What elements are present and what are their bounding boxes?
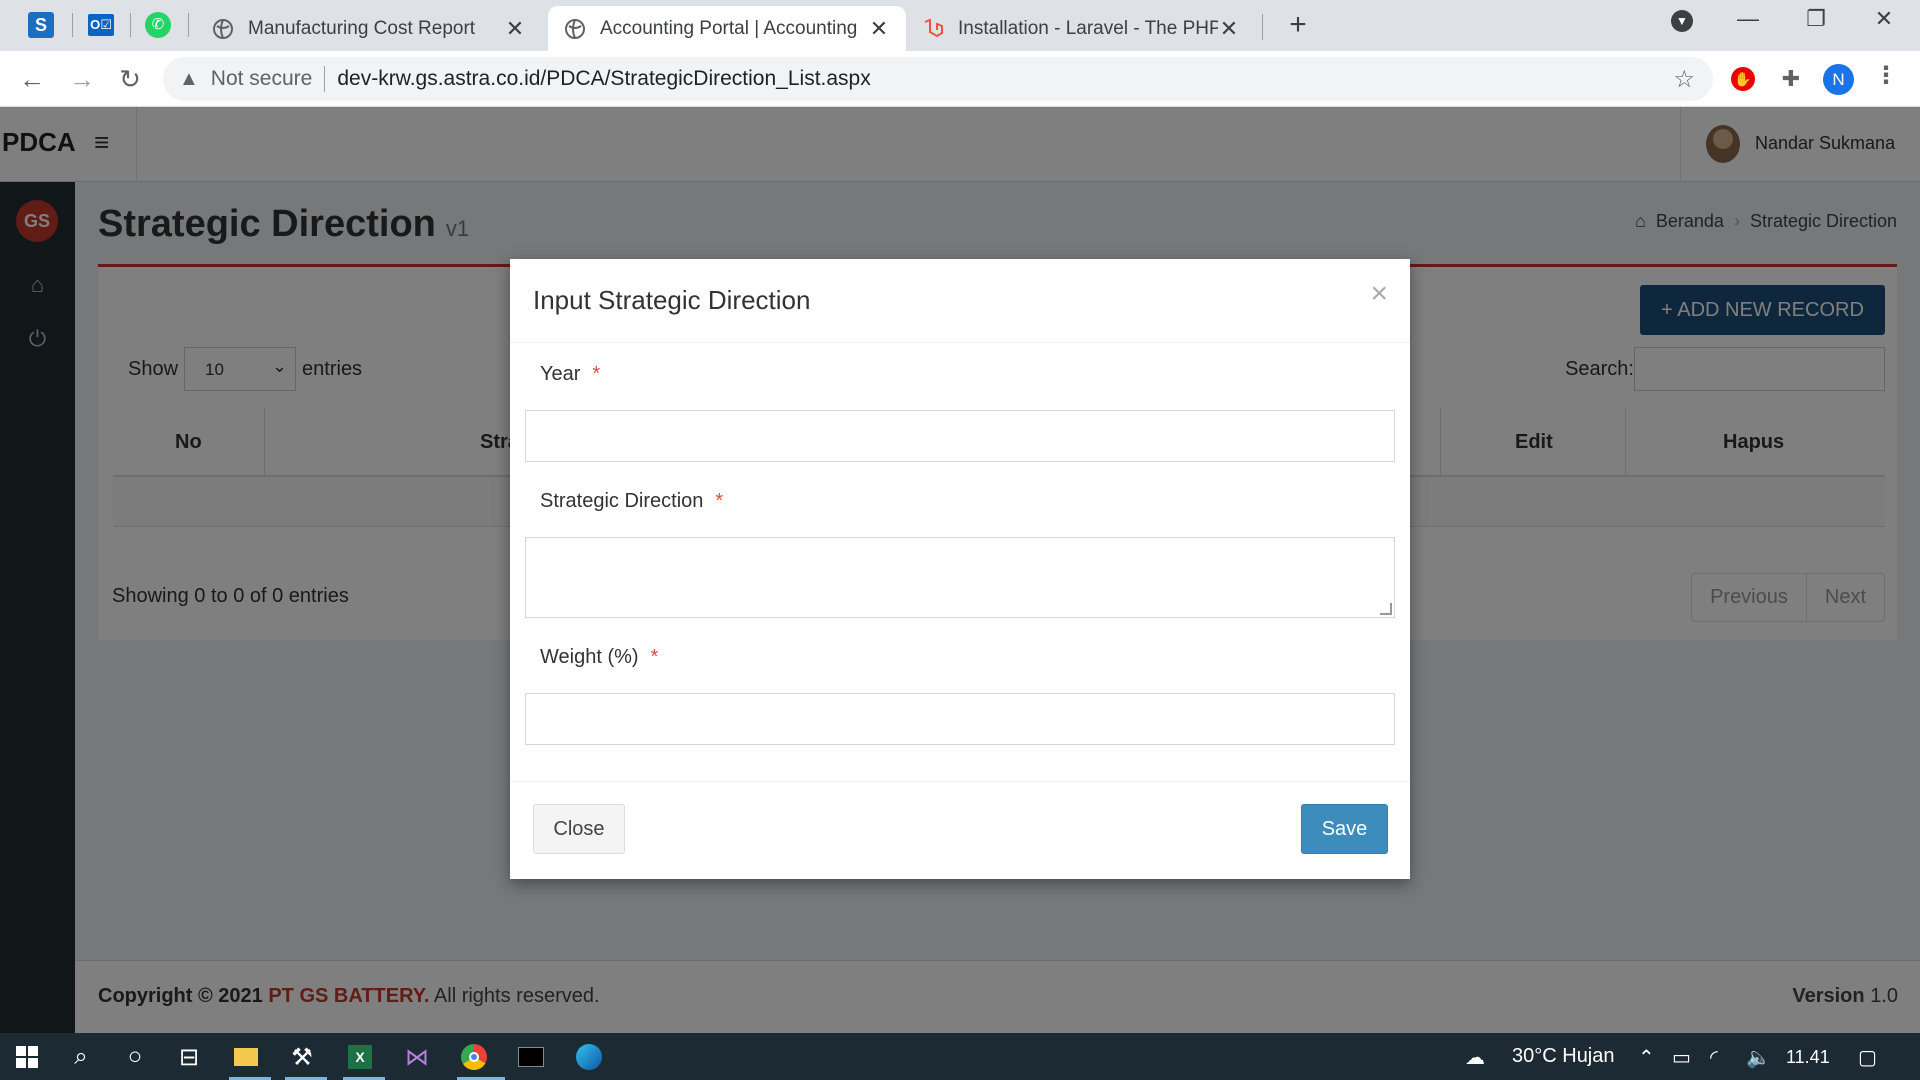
input-strategic-direction-modal: Input Strategic Direction × Year * Strate…	[510, 259, 1410, 879]
tab-title: Installation - Laravel - The PHP Fr	[958, 17, 1218, 39]
forward-icon[interactable]: →	[64, 61, 100, 97]
pinned-tab-whatsapp-icon[interactable]: ✆	[142, 9, 174, 41]
task-view-icon[interactable]: ⊟	[172, 1040, 206, 1074]
adblock-extension-icon[interactable]: ✋	[1728, 64, 1758, 94]
required-marker: *	[715, 490, 724, 512]
new-tab-button[interactable]: +	[1283, 10, 1313, 40]
year-label-text: Year	[540, 363, 581, 385]
chrome-icon[interactable]	[457, 1040, 491, 1074]
visual-studio-icon[interactable]: ⋈	[400, 1040, 434, 1074]
required-marker: *	[592, 363, 601, 385]
close-tab-icon[interactable]: ✕	[868, 16, 890, 42]
chevron-up-icon[interactable]: ⌃	[1638, 1045, 1655, 1070]
cortana-icon[interactable]: ○	[118, 1040, 152, 1074]
volume-icon[interactable]: 🔈	[1746, 1045, 1771, 1070]
close-button[interactable]: Close	[533, 804, 625, 854]
strategic-direction-label-text: Strategic Direction	[540, 490, 704, 512]
close-tab-icon[interactable]: ✕	[504, 16, 526, 42]
bookmark-star-icon[interactable]: ☆	[1673, 65, 1695, 94]
pinned-tab-outlook-icon[interactable]: O☑	[85, 9, 117, 41]
tab-accounting-portal[interactable]: Accounting Portal | Accounting ✕	[548, 6, 906, 51]
url-text[interactable]: dev-krw.gs.astra.co.id/PDCA/StrategicDir…	[337, 67, 870, 91]
tab-title: Manufacturing Cost Report	[248, 17, 476, 39]
warning-icon[interactable]: ▲	[179, 68, 199, 91]
close-tab-icon[interactable]: ✕	[1218, 16, 1240, 42]
file-explorer-icon[interactable]	[229, 1040, 263, 1074]
tools-app-icon[interactable]: ⚒	[285, 1040, 319, 1074]
tab-title: Accounting Portal | Accounting	[600, 17, 858, 39]
weather-icon[interactable]: ☁	[1465, 1045, 1485, 1070]
wifi-icon[interactable]: ◜	[1710, 1045, 1718, 1070]
search-icon[interactable]: ⌕	[64, 1040, 98, 1074]
restore-icon[interactable]: ❐	[1796, 6, 1836, 32]
back-icon[interactable]: ←	[14, 61, 50, 97]
pinned-tab-s-icon[interactable]: S	[25, 9, 57, 41]
window-close-icon[interactable]: ✕	[1864, 6, 1904, 32]
weight-input[interactable]	[525, 693, 1395, 745]
minimize-icon[interactable]: —	[1728, 6, 1768, 32]
windows-start-icon[interactable]	[10, 1040, 44, 1074]
browser-tabstrip: S O☑ ✆ Manufacturing Cost Report ✕ Accou…	[0, 0, 1920, 51]
globe-icon	[565, 18, 585, 39]
terminal-icon[interactable]	[514, 1040, 548, 1074]
modal-footer: Close Save	[510, 781, 1410, 879]
weather-text[interactable]: 30°C Hujan	[1512, 1045, 1615, 1068]
tab-laravel-installation[interactable]: Installation - Laravel - The PHP Fr ✕	[906, 6, 1256, 51]
address-bar[interactable]: ▲ Not secure dev-krw.gs.astra.co.id/PDCA…	[163, 57, 1713, 101]
tab-search-icon[interactable]: ▼	[1662, 10, 1702, 32]
weight-label-text: Weight (%)	[540, 646, 639, 668]
notifications-icon[interactable]: ▢	[1858, 1045, 1877, 1070]
app-page: PDCA ≡ Nandar Sukmana GS ⌂ ⏻ Strategic D…	[0, 107, 1920, 1033]
browser-toolbar: ← → ↻ ▲ Not secure dev-krw.gs.astra.co.i…	[0, 51, 1920, 107]
globe-icon	[213, 18, 233, 39]
year-input[interactable]	[525, 410, 1395, 462]
modal-title: Input Strategic Direction	[533, 285, 811, 315]
reload-icon[interactable]: ↻	[112, 61, 148, 97]
excel-icon[interactable]: X	[343, 1040, 377, 1074]
year-label: Year *	[540, 363, 600, 386]
required-marker: *	[650, 646, 659, 668]
save-button[interactable]: Save	[1301, 804, 1388, 854]
laravel-icon	[924, 18, 943, 37]
extensions-puzzle-icon[interactable]: ✚	[1776, 64, 1806, 94]
security-label[interactable]: Not secure	[211, 67, 313, 91]
strategic-direction-label: Strategic Direction *	[540, 490, 723, 513]
browser-menu-icon[interactable]: ⋮	[1874, 61, 1898, 90]
strategic-direction-textarea[interactable]	[525, 537, 1395, 618]
windows-taskbar: ⌕ ○ ⊟ ⚒ X ⋈ ☁ 30°C Hujan ⌃ ▭ ◜ 🔈 11.41 ▢	[0, 1033, 1920, 1080]
edge-icon[interactable]	[572, 1040, 606, 1074]
battery-icon[interactable]: ▭	[1672, 1045, 1691, 1070]
tab-manufacturing-cost-report[interactable]: Manufacturing Cost Report ✕	[196, 6, 542, 51]
profile-avatar[interactable]: N	[1823, 64, 1854, 95]
weight-label: Weight (%) *	[540, 646, 658, 669]
modal-header: Input Strategic Direction ×	[510, 259, 1410, 343]
clock[interactable]: 11.41	[1786, 1047, 1830, 1068]
modal-close-icon[interactable]: ×	[1370, 277, 1388, 311]
